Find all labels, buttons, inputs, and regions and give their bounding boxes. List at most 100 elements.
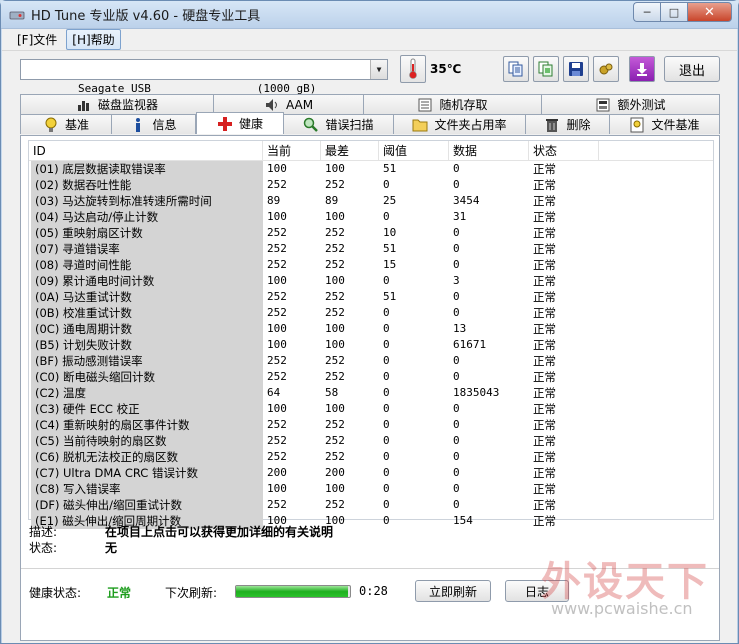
cell-id: (0A) 马达重试计数	[31, 289, 263, 305]
close-button[interactable]: ✕	[687, 2, 732, 22]
cell-status: 正常	[533, 338, 556, 352]
cell-current: 100	[267, 322, 287, 335]
cell-status: 正常	[533, 386, 556, 400]
table-row[interactable]: (C0) 断电磁头缩回计数 252 252 0 0 正常	[29, 369, 713, 385]
tab-health[interactable]: 健康	[196, 112, 284, 134]
health-status-bar: 健康状态: 正常 下次刷新: 0:28 立即刷新 日志	[29, 580, 715, 604]
cell-threshold: 0	[383, 434, 390, 447]
tab-info[interactable]: 信息	[112, 114, 196, 134]
cell-current: 252	[267, 450, 287, 463]
table-row[interactable]: (C5) 当前待映射的扇区数 252 252 0 0 正常	[29, 433, 713, 449]
bar-chart-icon	[76, 97, 92, 113]
info-icon	[130, 117, 146, 133]
cell-data: 0	[453, 242, 460, 255]
cell-id: (08) 寻道时间性能	[31, 257, 263, 273]
cell-current: 89	[267, 194, 281, 207]
app-window: HD Tune 专业版 v4.60 - 硬盘专业工具 ─ □ ✕ [F]文件 […	[0, 0, 739, 644]
table-row[interactable]: (C2) 温度 64 58 0 1835043 正常	[29, 385, 713, 401]
table-row[interactable]: (04) 马达启动/停止计数 100 100 0 31 正常	[29, 209, 713, 225]
col-header-id[interactable]: ID	[29, 141, 263, 160]
table-row[interactable]: (08) 寻道时间性能 252 252 15 0 正常	[29, 257, 713, 273]
refresh-now-button[interactable]: 立即刷新	[415, 580, 491, 602]
table-row[interactable]: (0A) 马达重试计数 252 252 51 0 正常	[29, 289, 713, 305]
cell-id: (05) 重映射扇区计数	[31, 225, 263, 241]
table-row[interactable]: (09) 累计通电时间计数 100 100 0 3 正常	[29, 273, 713, 289]
cell-id: (BF) 振动感测错误率	[31, 353, 263, 369]
exit-button[interactable]: 退出	[664, 56, 720, 82]
table-row[interactable]: (BF) 振动感测错误率 252 252 0 0 正常	[29, 353, 713, 369]
table-row[interactable]: (03) 马达旋转到标准转速所需时间 89 89 25 3454 正常	[29, 193, 713, 209]
cell-data: 0	[453, 178, 460, 191]
cell-threshold: 0	[383, 338, 390, 351]
health-panel: ID 当前 最差 阈值 数据 状态 (01) 底层数据读取错误率 100 100 51…	[20, 135, 720, 641]
copy-text-button[interactable]	[503, 56, 529, 82]
cell-current: 252	[267, 226, 287, 239]
options-button[interactable]	[593, 56, 619, 82]
table-row[interactable]: (01) 底层数据读取错误率 100 100 51 0 正常	[29, 161, 713, 177]
table-row[interactable]: (C3) 硬件 ECC 校正 100 100 0 0 正常	[29, 401, 713, 417]
table-row[interactable]: (C7) Ultra DMA CRC 错误计数 200 200 0 0 正常	[29, 465, 713, 481]
cell-current: 252	[267, 178, 287, 191]
table-row[interactable]: (C4) 重新映射的扇区事件计数 252 252 0 0 正常	[29, 417, 713, 433]
table-row[interactable]: (0B) 校准重试计数 252 252 0 0 正常	[29, 305, 713, 321]
tab-file-benchmark[interactable]: 文件基准	[610, 114, 720, 134]
cell-threshold: 51	[383, 242, 397, 255]
log-button[interactable]: 日志	[505, 580, 569, 602]
tab-aam[interactable]: AAM	[214, 94, 364, 114]
cell-threshold: 51	[383, 162, 397, 175]
cell-status: 正常	[533, 498, 556, 512]
save-button[interactable]	[563, 56, 589, 82]
col-header-threshold[interactable]: 阈值	[379, 141, 449, 160]
col-header-status[interactable]: 状态	[529, 141, 599, 160]
chevron-down-icon[interactable]: ▼	[370, 60, 387, 79]
tab-random-access[interactable]: 随机存取	[364, 94, 542, 114]
table-row[interactable]: (05) 重映射扇区计数 252 252 10 0 正常	[29, 225, 713, 241]
menu-file[interactable]: [F]文件	[12, 30, 62, 49]
table-row[interactable]: (DF) 磁头伸出/缩回重试计数 252 252 0 0 正常	[29, 497, 713, 513]
cell-current: 252	[267, 290, 287, 303]
tab-extra-tests[interactable]: 额外测试	[542, 94, 720, 114]
cell-id: (C4) 重新映射的扇区事件计数	[31, 417, 263, 433]
title-bar[interactable]: HD Tune 专业版 v4.60 - 硬盘专业工具 ─ □ ✕	[1, 1, 738, 29]
table-row[interactable]: (07) 寻道错误率 252 252 51 0 正常	[29, 241, 713, 257]
cell-worst: 252	[325, 434, 345, 447]
tab-error-scan[interactable]: 错误扫描	[284, 114, 394, 134]
tab-benchmark[interactable]: 基准	[20, 114, 112, 134]
maximize-button[interactable]: □	[660, 2, 687, 22]
lightbulb-icon	[43, 117, 59, 133]
table-row[interactable]: (C6) 脱机无法校正的扇区数 252 252 0 0 正常	[29, 449, 713, 465]
cell-current: 252	[267, 242, 287, 255]
tab-erase[interactable]: 删除	[526, 114, 610, 134]
cell-worst: 252	[325, 370, 345, 383]
col-header-data[interactable]: 数据	[449, 141, 529, 160]
cell-status: 正常	[533, 322, 556, 336]
cell-worst: 252	[325, 498, 345, 511]
smart-table: ID 当前 最差 阈值 数据 状态 (01) 底层数据读取错误率 100 100 51…	[28, 140, 714, 529]
minimize-button[interactable]: ─	[633, 2, 660, 22]
cell-id: (01) 底层数据读取错误率	[31, 161, 263, 177]
drive-select[interactable]: Seagate USB (1000 gB) ▼	[20, 59, 388, 95]
cell-id: (03) 马达旋转到标准转速所需时间	[31, 193, 263, 209]
table-row[interactable]: (02) 数据吞吐性能 252 252 0 0 正常	[29, 177, 713, 193]
description-value: 在项目上点击可以获得更加详细的有关说明	[105, 525, 334, 539]
tab-label: 随机存取	[439, 98, 488, 112]
cell-current: 100	[267, 402, 287, 415]
copy-screen-button[interactable]	[533, 56, 559, 82]
col-header-worst[interactable]: 最差	[321, 141, 379, 160]
cell-worst: 100	[325, 210, 345, 223]
cell-id: (09) 累计通电时间计数	[31, 273, 263, 289]
tab-label: 健康	[238, 117, 263, 131]
cell-status: 正常	[533, 258, 556, 272]
download-button[interactable]	[629, 56, 655, 82]
col-header-current[interactable]: 当前	[263, 141, 321, 160]
table-row[interactable]: (0C) 通电周期计数 100 100 0 13 正常	[29, 321, 713, 337]
menu-help[interactable]: [H]帮助	[66, 29, 121, 50]
tab-label: 信息	[152, 118, 177, 132]
cell-data: 0	[453, 402, 460, 415]
cell-status: 正常	[533, 226, 556, 240]
table-row[interactable]: (C8) 写入错误率 100 100 0 0 正常	[29, 481, 713, 497]
tab-disk-monitor[interactable]: 磁盘监视器	[20, 94, 214, 114]
table-row[interactable]: (B5) 计划失败计数 100 100 0 61671 正常	[29, 337, 713, 353]
tab-folder-usage[interactable]: 文件夹占用率	[394, 114, 526, 134]
cell-threshold: 0	[383, 450, 390, 463]
